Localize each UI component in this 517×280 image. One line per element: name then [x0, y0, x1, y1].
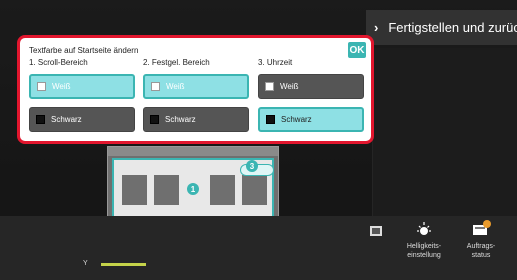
option-label: Schwarz — [51, 115, 82, 124]
fixed-area-black-option[interactable]: Schwarz — [143, 107, 249, 132]
column-label-clock: 3. Uhrzeit — [258, 58, 293, 67]
preview-status-bar — [108, 147, 278, 156]
copy-icon — [370, 226, 382, 236]
clock-white-option[interactable]: Weiß — [258, 74, 364, 99]
clock-black-option[interactable]: Schwarz — [258, 107, 364, 132]
y-toner-level-bar — [101, 263, 146, 266]
checkbox-icon — [151, 82, 160, 91]
scroll-area-white-option[interactable]: Weiß — [29, 74, 135, 99]
option-label: Weiß — [166, 82, 185, 91]
checkbox-icon — [266, 115, 275, 124]
option-label: Schwarz — [165, 115, 196, 124]
dialog-title: Textfarbe auf Startseite ändern — [29, 46, 139, 55]
fixed-area-white-option[interactable]: Weiß — [143, 74, 249, 99]
checkbox-icon — [150, 115, 159, 124]
option-label: Weiß — [52, 82, 71, 91]
y-toner-label: Y — [83, 260, 88, 267]
sun-icon — [417, 222, 431, 235]
column-label-fixed-area: 2. Festgel. Bereich — [143, 58, 210, 67]
preview-thumbnail — [122, 175, 147, 205]
preview-thumbnail — [242, 175, 267, 205]
finish-label: Fertigstellen und zurück — [388, 20, 517, 35]
brightness-label-line1: Helligkeits- — [406, 243, 442, 250]
brightness-label-line2: einstellung — [407, 252, 441, 259]
badge-1: 1 — [187, 183, 199, 195]
chevron-right-icon: › — [374, 20, 379, 35]
checkbox-icon — [37, 82, 46, 91]
finish-and-back-button[interactable]: › Fertigstellen und zurück — [366, 10, 517, 45]
job-status-icon — [473, 220, 491, 235]
brightness-adjust-button[interactable]: Helligkeits- einstellung — [394, 219, 454, 260]
job-status-button[interactable]: Auftrags- status — [456, 219, 506, 260]
badge-3: 3 — [246, 160, 258, 172]
preview-thumbnail — [210, 175, 235, 205]
text-color-dialog: Textfarbe auf Startseite ändern OK 1. Sc… — [17, 35, 374, 144]
job-status-label-line1: Auftrags- — [466, 243, 496, 250]
scroll-area-black-option[interactable]: Schwarz — [29, 107, 135, 132]
job-status-label-line2: status — [471, 252, 491, 259]
checkbox-icon — [265, 82, 274, 91]
ok-button[interactable]: OK — [348, 42, 366, 58]
preview-thumbnail — [154, 175, 179, 205]
option-label: Weiß — [280, 82, 299, 91]
option-label: Schwarz — [281, 115, 312, 124]
checkbox-icon — [36, 115, 45, 124]
column-label-scroll-area: 1. Scroll-Bereich — [29, 58, 88, 67]
